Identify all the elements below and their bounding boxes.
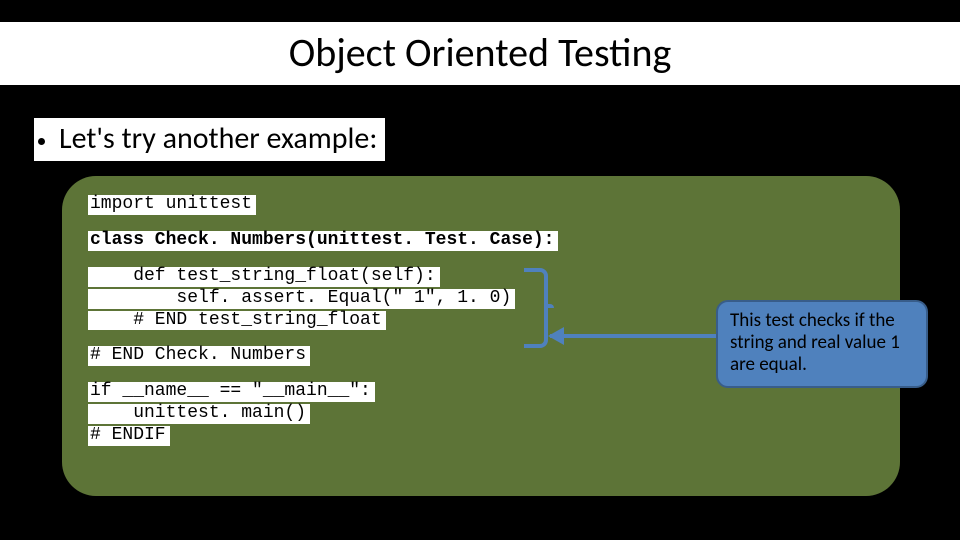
code-line: def test_string_float(self):: [88, 267, 440, 287]
bullet-dot-icon: [38, 138, 45, 145]
bullet-text: Let's try another example:: [59, 120, 377, 157]
arrow-left-icon: [550, 334, 716, 338]
code-line: if __name__ == "__main__":: [88, 382, 375, 402]
callout-box: This test checks if the string and real …: [716, 300, 928, 388]
code-line: unittest. main(): [88, 404, 310, 424]
page-title: Object Oriented Testing: [0, 22, 960, 85]
slide: Object Oriented Testing Let's try anothe…: [0, 0, 960, 540]
code-line: # ENDIF: [88, 426, 170, 446]
brace-icon: [524, 268, 550, 348]
code-line: import unittest: [88, 195, 256, 215]
code-line: self. assert. Equal(" 1", 1. 0): [88, 289, 515, 309]
code-line: # END test_string_float: [88, 311, 386, 331]
code-line: class Check. Numbers(unittest. Test. Cas…: [88, 231, 558, 251]
bullet-item: Let's try another example:: [34, 118, 385, 161]
code-line: # END Check. Numbers: [88, 346, 310, 366]
